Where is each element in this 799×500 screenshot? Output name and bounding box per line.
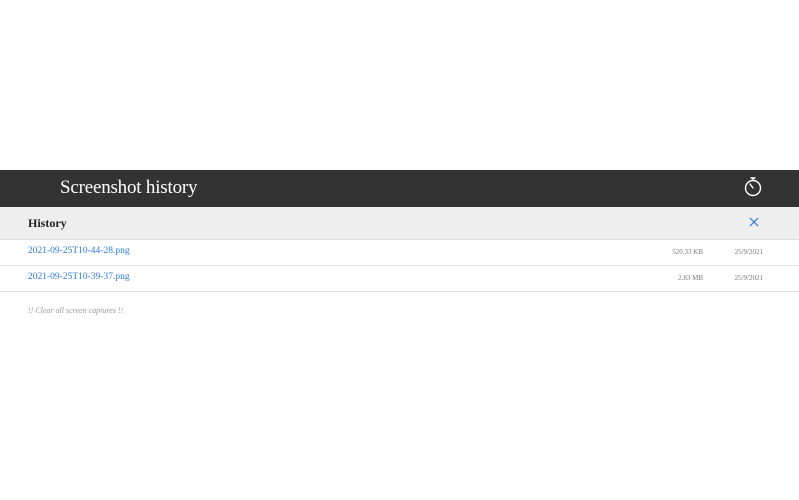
stopwatch-button[interactable] (743, 176, 763, 198)
file-date: 25/9/2021 (734, 248, 763, 256)
file-size: 520.33 KB (672, 248, 703, 256)
history-header: History (0, 207, 799, 240)
screenshot-history-page: Screenshot history History 2021-09-25T10… (0, 0, 799, 500)
file-link[interactable]: 2021-09-25T10-44-28.png (28, 246, 130, 256)
history-row: 2021-09-25T10-44-28.png 520.33 KB 25/9/2… (0, 240, 799, 266)
file-date: 25/9/2021 (734, 274, 763, 282)
history-row: 2021-09-25T10-39-37.png 2.83 MB 25/9/202… (0, 266, 799, 292)
stopwatch-icon (744, 177, 762, 197)
top-bar: Screenshot history (0, 170, 799, 207)
clear-all-captures-link[interactable]: !! Clear all screen captures !! (28, 306, 123, 315)
page-title: Screenshot history (60, 177, 198, 198)
history-label: History (28, 216, 67, 230)
file-link[interactable]: 2021-09-25T10-39-37.png (28, 272, 130, 282)
close-icon (749, 217, 759, 227)
close-history-button[interactable] (747, 214, 761, 230)
file-size: 2.83 MB (678, 274, 703, 282)
